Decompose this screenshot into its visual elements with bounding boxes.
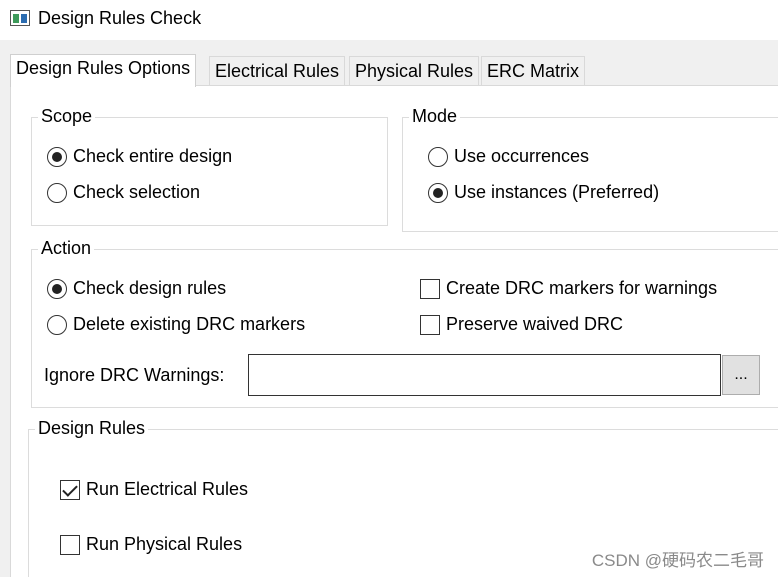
mode-label: Mode xyxy=(409,106,461,127)
radio-label: Delete existing DRC markers xyxy=(73,314,306,334)
options-panel: Scope Check entire design Check selectio… xyxy=(10,85,778,577)
checkbox-label: Preserve waived DRC xyxy=(446,314,624,334)
scope-label: Scope xyxy=(38,106,96,127)
watermark: CSDN @硬码农二毛哥 xyxy=(591,551,764,570)
radio-label: Check design rules xyxy=(73,278,227,298)
run-physical-rules-checkbox[interactable]: Run Physical Rules xyxy=(60,534,242,555)
radio-selected-icon xyxy=(47,278,67,299)
tab-erc-matrix[interactable]: ERC Matrix xyxy=(481,56,586,86)
title-bar: Design Rules Check xyxy=(0,0,778,40)
tab-electrical-rules[interactable]: Electrical Rules xyxy=(209,56,346,86)
checkbox-icon xyxy=(60,534,80,555)
checkbox-label: Run Electrical Rules xyxy=(86,479,249,499)
radio-label: Check selection xyxy=(73,182,201,202)
radio-selected-icon xyxy=(47,146,67,167)
design-rules-label: Design Rules xyxy=(35,418,149,439)
window-title: Design Rules Check xyxy=(38,8,202,28)
ignore-drc-warnings-input[interactable] xyxy=(248,354,721,396)
mode-occurrences-radio[interactable]: Use occurrences xyxy=(428,146,589,167)
action-group: Action Check design rules Delete existin… xyxy=(31,238,778,408)
checkbox-icon xyxy=(420,314,440,335)
scope-entire-radio[interactable]: Check entire design xyxy=(47,146,232,167)
checkbox-checked-icon xyxy=(60,479,80,500)
radio-label: Check entire design xyxy=(73,146,233,166)
radio-selected-icon xyxy=(428,182,448,203)
radio-label: Use occurrences xyxy=(454,146,590,166)
action-check-rules-radio[interactable]: Check design rules xyxy=(47,278,226,299)
preserve-waived-drc-checkbox[interactable]: Preserve waived DRC xyxy=(420,314,623,335)
tab-design-rules-options[interactable]: Design Rules Options xyxy=(10,54,197,87)
app-icon xyxy=(10,10,30,26)
radio-icon xyxy=(47,314,67,335)
run-electrical-rules-checkbox[interactable]: Run Electrical Rules xyxy=(60,479,248,500)
checkbox-icon xyxy=(420,278,440,299)
checkbox-label: Create DRC markers for warnings xyxy=(446,278,718,298)
browse-button[interactable]: ... xyxy=(722,355,760,395)
mode-instances-radio[interactable]: Use instances (Preferred) xyxy=(428,182,659,203)
checkbox-label: Run Physical Rules xyxy=(86,534,243,554)
tab-physical-rules[interactable]: Physical Rules xyxy=(349,56,480,86)
ignore-drc-warnings-label: Ignore DRC Warnings: xyxy=(44,365,225,385)
action-delete-markers-radio[interactable]: Delete existing DRC markers xyxy=(47,314,305,335)
action-label: Action xyxy=(38,238,95,259)
scope-group: Scope Check entire design Check selectio… xyxy=(31,106,388,226)
radio-label: Use instances (Preferred) xyxy=(454,182,660,202)
radio-icon xyxy=(428,146,448,167)
create-drc-markers-checkbox[interactable]: Create DRC markers for warnings xyxy=(420,278,717,299)
scope-selection-radio[interactable]: Check selection xyxy=(47,182,200,203)
mode-group: Mode Use occurrences Use instances (Pref… xyxy=(402,106,778,232)
radio-icon xyxy=(47,182,67,203)
